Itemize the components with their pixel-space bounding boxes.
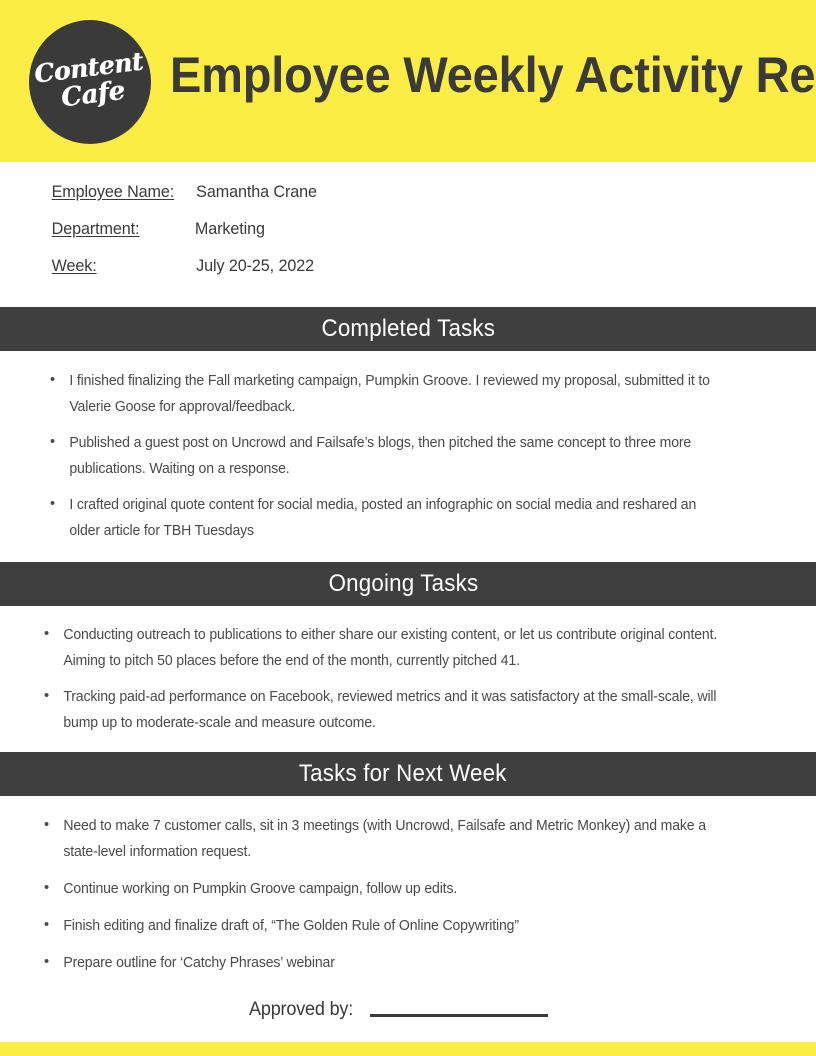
employee-info-block: Employee Name: Samantha Crane Department… — [48, 182, 548, 293]
meta-row-department: Department: Marketing — [48, 219, 548, 256]
section-title-completed-tasks: Completed Tasks — [321, 315, 495, 342]
page-title: Employee Weekly Activity Report — [170, 47, 816, 103]
list-item: Continue working on Pumpkin Groove campa… — [42, 875, 721, 902]
header-band: Content Cafe Employee Weekly Activity Re… — [0, 0, 816, 162]
completed-tasks-list: I finished finalizing the Fall marketing… — [48, 367, 748, 554]
section-title-tasks-next-week: Tasks for Next Week — [299, 760, 507, 787]
week-value: July 20-25, 2022 — [196, 256, 315, 275]
employee-name-value: Samantha Crane — [196, 182, 317, 201]
approved-by-label: Approved by: — [249, 999, 354, 1020]
list-item: Finish editing and finalize draft of, “T… — [42, 912, 721, 939]
list-item: Tracking paid-ad performance on Facebook… — [42, 683, 738, 736]
list-item: Prepare outline for ‘Catchy Phrases’ web… — [42, 949, 721, 976]
list-item: I finished finalizing the Fall marketing… — [48, 367, 727, 420]
report-page: Content Cafe Employee Weekly Activity Re… — [0, 0, 816, 1056]
list-item: Need to make 7 customer calls, sit in 3 … — [42, 812, 721, 865]
signature-line[interactable] — [369, 1014, 548, 1017]
meta-row-week: Week: July 20-25, 2022 — [48, 256, 548, 293]
section-header-ongoing-tasks: Ongoing Tasks — [0, 562, 816, 606]
list-item: Conducting outreach to publications to e… — [42, 621, 738, 674]
content-cafe-logo: Content Cafe — [29, 20, 151, 144]
footer-band — [0, 1042, 816, 1056]
week-label: Week: — [51, 256, 97, 275]
logo-text-line2: Cafe — [59, 75, 127, 114]
section-header-tasks-next-week: Tasks for Next Week — [0, 752, 816, 796]
list-item: Published a guest post on Uncrowd and Fa… — [48, 429, 727, 482]
department-label: Department: — [51, 219, 140, 238]
list-item: I crafted original quote content for soc… — [48, 491, 727, 544]
ongoing-tasks-list: Conducting outreach to publications to e… — [42, 621, 760, 746]
department-value: Marketing — [194, 219, 265, 238]
section-header-completed-tasks: Completed Tasks — [0, 307, 816, 351]
approved-by-row: Approved by: — [249, 999, 548, 1021]
section-title-ongoing-tasks: Ongoing Tasks — [328, 570, 478, 597]
meta-row-employee-name: Employee Name: Samantha Crane — [48, 182, 548, 219]
next-week-tasks-list: Need to make 7 customer calls, sit in 3 … — [42, 812, 742, 987]
employee-name-label: Employee Name: — [51, 182, 175, 201]
